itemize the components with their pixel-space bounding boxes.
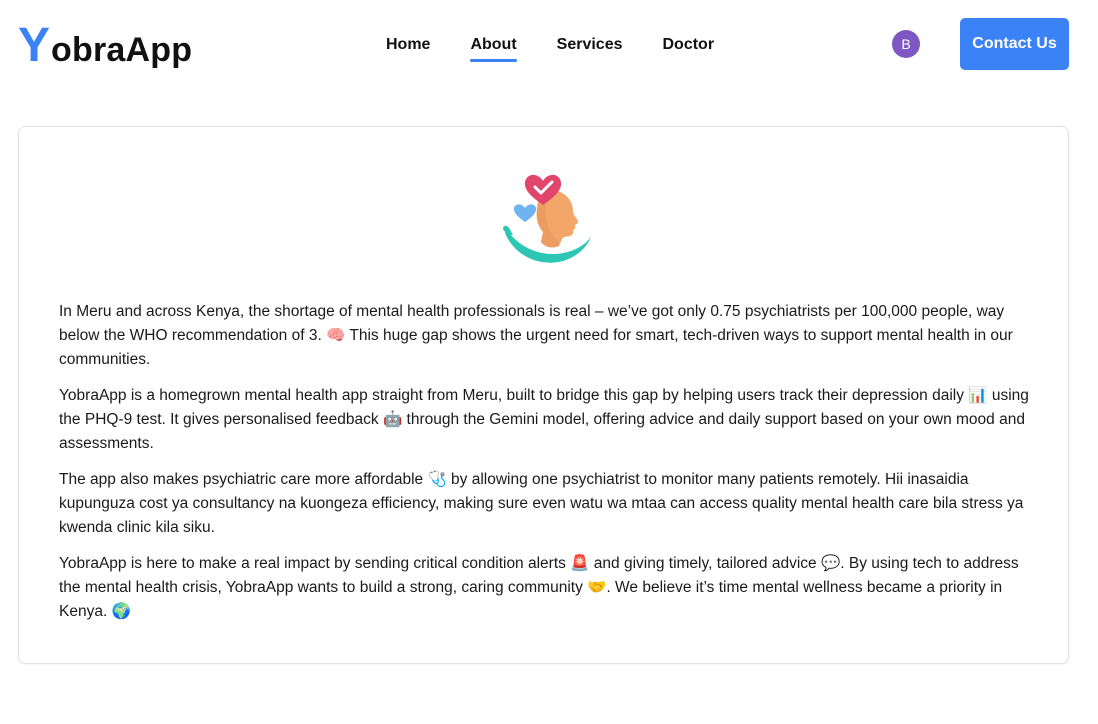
about-paragraph-3: The app also makes psychiatric care more…: [59, 471, 1024, 536]
about-card: In Meru and across Kenya, the shortage o…: [18, 126, 1069, 664]
user-avatar[interactable]: B: [892, 30, 920, 58]
nav-home[interactable]: Home: [386, 35, 430, 55]
site-header: Y obraApp Home About Services Doctor B C…: [0, 0, 1098, 90]
contact-us-button[interactable]: Contact Us: [960, 18, 1069, 70]
main-nav: Home About Services Doctor: [386, 35, 715, 62]
nav-services[interactable]: Services: [557, 35, 623, 55]
logo-initial: Y: [18, 19, 51, 72]
nav-doctor[interactable]: Doctor: [663, 35, 715, 55]
about-text: In Meru and across Kenya, the shortage o…: [59, 300, 1039, 636]
about-paragraph-2: YobraApp is a homegrown mental health ap…: [59, 387, 1029, 452]
logo[interactable]: Y obraApp: [18, 22, 192, 70]
about-paragraph-4: YobraApp is here to make a real impact b…: [59, 555, 1019, 620]
mental-health-head-heart-icon: [501, 169, 593, 269]
nav-about[interactable]: About: [470, 35, 517, 62]
about-paragraph-1: In Meru and across Kenya, the shortage o…: [59, 303, 1013, 368]
logo-text: obraApp: [51, 31, 193, 69]
